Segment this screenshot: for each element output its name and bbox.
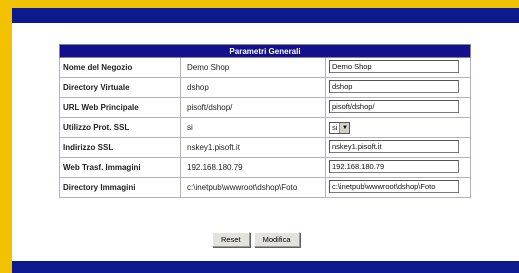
row-value: dshop	[180, 77, 326, 98]
row-value: c:\inetpub\wwwroot\dshop\Foto	[180, 177, 326, 198]
row-label: URL Web Principale	[59, 97, 181, 118]
image-transfer-input[interactable]: 192.168.180.79	[329, 160, 459, 173]
row-label: Directory Virtuale	[59, 77, 181, 98]
bottom-bar	[12, 261, 519, 273]
row-value: nskey1.pisoft.it	[180, 137, 326, 158]
ssl-address-input[interactable]: nskey1.pisoft.it	[329, 140, 459, 153]
general-params-table: Parametri Generali Nome del Negozio Demo…	[59, 44, 471, 198]
main-url-input[interactable]: pisoft/dshop/	[329, 100, 459, 113]
chevron-down-icon[interactable]: ▼	[339, 122, 350, 133]
row-value: 192.168.180.79	[180, 157, 326, 178]
top-bar	[12, 8, 519, 23]
table-row: URL Web Principale pisoft/dshop/ pisoft/…	[59, 97, 471, 118]
table-row: Directory Virtuale dshop dshop	[59, 77, 471, 98]
modifica-button[interactable]: Modifica	[253, 232, 300, 247]
table-row: Utilizzo Prot. SSL si si ▼	[59, 117, 471, 138]
row-label: Directory Immagini	[59, 177, 181, 198]
shop-name-input[interactable]: Demo Shop	[329, 60, 459, 73]
row-value: pisoft/dshop/	[180, 97, 326, 118]
ssl-select-value: si	[332, 123, 338, 132]
ssl-select[interactable]: si ▼	[329, 121, 351, 134]
table-row: Web Trasf. Immagini 192.168.180.79 192.1…	[59, 157, 471, 178]
form-buttons: Reset Modifica	[212, 232, 300, 247]
virtual-directory-input[interactable]: dshop	[329, 80, 459, 93]
image-directory-input[interactable]: c:\inetpub\wwwroot\dshop\Foto	[329, 180, 459, 193]
row-label: Indirizzo SSL	[59, 137, 181, 158]
row-label: Web Trasf. Immagini	[59, 157, 181, 178]
table-row: Indirizzo SSL nskey1.pisoft.it nskey1.pi…	[59, 137, 471, 158]
row-value: si	[180, 117, 326, 138]
table-row: Directory Immagini c:\inetpub\wwwroot\ds…	[59, 177, 471, 198]
table-title: Parametri Generali	[59, 44, 471, 58]
reset-button[interactable]: Reset	[212, 232, 250, 247]
top-band	[0, 0, 519, 8]
table-row: Nome del Negozio Demo Shop Demo Shop	[59, 57, 471, 78]
row-label: Nome del Negozio	[59, 57, 181, 78]
content-panel: Parametri Generali Nome del Negozio Demo…	[12, 23, 519, 261]
row-value: Demo Shop	[180, 57, 326, 78]
row-label: Utilizzo Prot. SSL	[59, 117, 181, 138]
